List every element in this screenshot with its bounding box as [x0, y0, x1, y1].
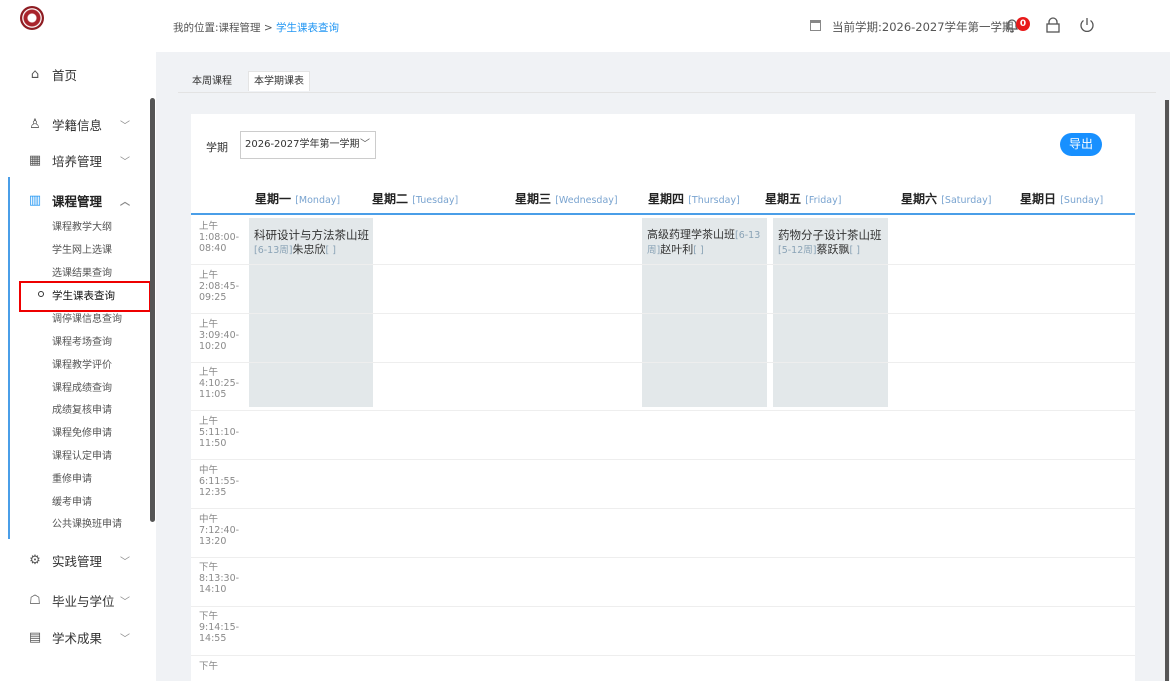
period-label: 上午 1:08:00- 08:40 — [199, 221, 240, 254]
sidebar-subitem[interactable]: 课程教学评价 — [52, 359, 112, 373]
sidebar-item-course-management[interactable]: ▥ 课程管理 ︿ — [0, 190, 156, 210]
sidebar-subitem[interactable]: 课程成绩查询 — [52, 382, 112, 396]
period-label: 下午 8:13:30- 14:10 — [199, 562, 240, 595]
row-divider — [191, 655, 1135, 656]
sidebar-subitem[interactable]: 缓考申请 — [52, 496, 92, 510]
sidebar: ⌂ 首页 ♙ 学籍信息 ﹀ ▦ 培养管理 ﹀ ▥ 课程管理 ︿ 课程教学大纲 学… — [0, 0, 156, 681]
breadcrumb-current[interactable]: 学生课表查询 — [276, 22, 339, 34]
period-label: 下午 — [199, 661, 219, 672]
period-label: 下午 9:14:15- 14:55 — [199, 611, 240, 644]
tab-this-week[interactable]: 本周课程 — [187, 72, 237, 92]
chevron-down-icon: ﹀ — [120, 556, 130, 568]
chevron-down-icon: ﹀ — [120, 596, 130, 608]
training-icon: ▦ — [28, 152, 42, 168]
day-header: 星期四 [Thursday] — [648, 192, 740, 206]
day-header: 星期五 [Friday] — [765, 192, 842, 206]
row-divider — [191, 459, 1135, 460]
graduation-icon: ☖ — [29, 592, 41, 608]
sidebar-subitem[interactable]: 课程免修申请 — [52, 427, 112, 441]
highlight-annotation — [19, 281, 151, 312]
sidebar-item-graduation[interactable]: ☖ 毕业与学位 ﹀ — [0, 590, 156, 610]
course-name: 科研设计与方法茶山班 — [254, 228, 369, 242]
course-entry[interactable]: 科研设计与方法茶山班 [6-13周]朱忠欣[ ] — [254, 228, 372, 258]
notification-badge: 0 — [1016, 17, 1030, 31]
sidebar-item-home[interactable]: ⌂ 首页 — [0, 64, 156, 84]
period-label: 上午 4:10:25- 11:05 — [199, 367, 240, 400]
tab-this-semester[interactable]: 本学期课表 — [248, 71, 310, 91]
chevron-down-icon: ﹀ — [120, 633, 130, 645]
current-term: 当前学期:2026-2027学年第一学期 — [832, 20, 1014, 34]
day-header: 星期日 [Sunday] — [1020, 192, 1104, 206]
practice-icon: ⚙ — [29, 552, 41, 568]
sidebar-scrollbar[interactable] — [150, 98, 155, 522]
term-label: 学期 — [206, 141, 228, 154]
row-divider — [191, 264, 1135, 265]
row-divider — [191, 557, 1135, 558]
course-name: 高级药理学茶山班[6-13周]赵叶利[ ] — [647, 228, 761, 256]
calendar-icon — [810, 20, 821, 31]
chevron-down-icon: ﹀ — [120, 156, 130, 168]
course-name: 药物分子设计茶山班 — [778, 228, 882, 242]
sidebar-item-achievements[interactable]: ▤ 学术成果 ﹀ — [0, 627, 156, 647]
row-divider — [191, 606, 1135, 607]
breadcrumb: 我的位置:课程管理 > 学生课表查询 — [173, 22, 340, 34]
sidebar-subitem[interactable]: 课程教学大纲 — [52, 221, 112, 235]
row-divider — [191, 313, 1135, 314]
sidebar-subitem[interactable]: 课程考场查询 — [52, 336, 112, 350]
active-section-indicator — [8, 177, 10, 539]
course-entry[interactable]: 药物分子设计茶山班 [5-12周]蔡跃飘[ ] — [778, 228, 888, 258]
sidebar-subitem[interactable]: 成绩复核申请 — [52, 404, 112, 418]
sidebar-item-practice[interactable]: ⚙ 实践管理 ﹀ — [0, 550, 156, 570]
day-header: 星期六 [Saturday] — [901, 192, 992, 206]
home-icon: ⌂ — [30, 66, 40, 82]
row-divider — [191, 362, 1135, 363]
row-divider — [191, 508, 1135, 509]
sidebar-subitem[interactable]: 重修申请 — [52, 473, 92, 487]
tab-divider — [178, 92, 1156, 93]
period-label: 中午 7:12:40- 13:20 — [199, 514, 240, 547]
course-icon: ▥ — [28, 192, 42, 208]
header-divider — [191, 213, 1135, 215]
chevron-down-icon: ﹀ — [360, 139, 370, 150]
sidebar-subitem[interactable]: 调停课信息查询 — [52, 313, 122, 327]
course-weeks: [6-13周] — [254, 245, 293, 256]
main-scrollbar[interactable] — [1165, 100, 1169, 681]
sidebar-item-training[interactable]: ▦ 培养管理 ﹀ — [0, 150, 156, 170]
day-header: 星期二 [Tuesday] — [372, 192, 459, 206]
period-label: 上午 3:09:40- 10:20 — [199, 319, 240, 352]
course-weeks: [5-12周] — [778, 245, 817, 256]
course-teacher: 朱忠欣 — [292, 243, 326, 256]
sidebar-subitem[interactable]: 公共课换班申请 — [52, 518, 122, 532]
row-divider — [191, 410, 1135, 411]
sidebar-item-student-status[interactable]: ♙ 学籍信息 ﹀ — [0, 114, 156, 134]
user-icon: ♙ — [29, 116, 41, 132]
course-teacher: 蔡跃飘 — [816, 243, 850, 256]
course-room: [ ] — [325, 245, 336, 256]
period-label: 上午 2:08:45- 09:25 — [199, 270, 240, 303]
period-label: 中午 6:11:55- 12:35 — [199, 465, 240, 498]
lock-icon[interactable] — [1044, 16, 1062, 34]
achievement-icon: ▤ — [28, 629, 42, 645]
sidebar-subitem[interactable]: 课程认定申请 — [52, 450, 112, 464]
sidebar-subitem[interactable]: 选课结果查询 — [52, 267, 112, 281]
sidebar-subitem[interactable]: 学生网上选课 — [52, 244, 112, 258]
export-button[interactable]: 导出 — [1060, 133, 1102, 156]
period-label: 上午 5:11:10- 11:50 — [199, 416, 240, 449]
top-header: 我的位置:课程管理 > 学生课表查询 当前学期:2026-2027学年第一学期 … — [156, 0, 1170, 52]
day-header: 星期一 [Monday] — [255, 192, 341, 206]
term-select[interactable]: 2026-2027学年第一学期 ﹀ — [240, 131, 376, 159]
university-logo — [20, 6, 44, 30]
day-header: 星期三 [Wednesday] — [515, 192, 618, 206]
chevron-down-icon: ﹀ — [120, 120, 130, 132]
chevron-up-icon: ︿ — [120, 196, 130, 208]
course-room: [ ] — [849, 245, 860, 256]
power-icon[interactable] — [1078, 16, 1096, 34]
course-entry[interactable]: 高级药理学茶山班[6-13周]赵叶利[ ] — [647, 228, 767, 258]
